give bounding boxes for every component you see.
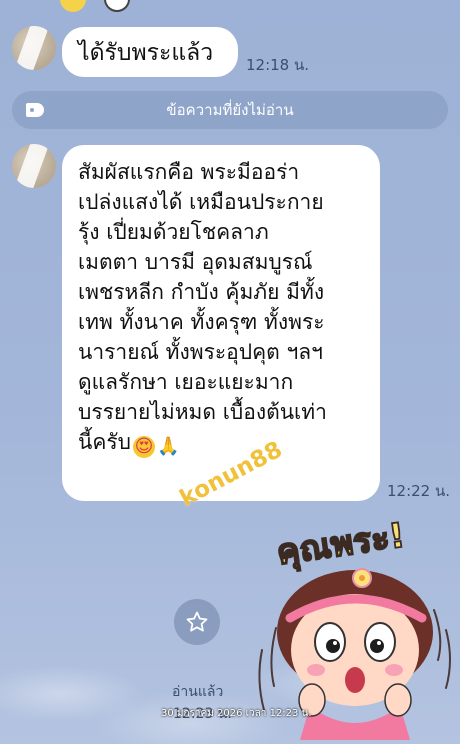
reaction-emoji-icon xyxy=(60,0,86,12)
sticker-caption: คุณพระ! xyxy=(274,516,407,575)
message-line: รุ้ง เปี่ยมด้วยโชคลาภ xyxy=(78,220,269,244)
message-line: นี้ครับ xyxy=(78,430,132,454)
message-line: บรรยายไม่หมด เบื้องต้นเท่า xyxy=(78,400,327,424)
unread-divider: ข้อความที่ยังไม่อ่าน xyxy=(12,91,448,129)
unread-divider-label: ข้อความที่ยังไม่อ่าน xyxy=(166,101,294,119)
message-time: 12:22 น. xyxy=(387,482,451,500)
reaction-emoji-icon xyxy=(104,0,130,12)
heart-eyes-emoji-icon: 😍 xyxy=(133,436,156,458)
avatar[interactable] xyxy=(12,26,56,70)
praying-hands-emoji-icon: 🙏 xyxy=(157,436,180,457)
message-line: ดูแลรักษา เยอะแยะมาก xyxy=(78,370,294,394)
read-receipt: อ่านแล้ว xyxy=(172,684,224,700)
date-stamp: 30 มกราคม 2026 เวลา 12:23 น. xyxy=(161,708,312,719)
message-bubble[interactable]: สัมผัสแรกคือ พระมีออร่า เปล่งแสงได้ เหมื… xyxy=(62,145,380,501)
star-icon xyxy=(186,611,208,632)
message-line: เมตตา บารมี อุดมสมบูรณ์ xyxy=(78,250,313,274)
favorite-star-button[interactable] xyxy=(174,599,220,645)
message-bubble[interactable]: ได้รับพระแล้ว xyxy=(62,27,238,77)
tag-icon xyxy=(26,103,44,117)
message-line: นารายณ์ ทั้งพระอุปคุต ฯลฯ xyxy=(78,340,323,364)
message-line: เทพ ทั้งนาค ทั้งครุฑ ทั้งพระ xyxy=(78,310,325,334)
message-time: 12:18 น. xyxy=(246,56,310,74)
message-line: เปล่งแสงได้ เหมือนประกาย xyxy=(78,190,324,214)
message-text: ได้รับพระแล้ว xyxy=(78,40,214,66)
avatar[interactable] xyxy=(12,144,56,188)
message-line: สัมผัสแรกคือ พระมีออร่า xyxy=(78,160,300,184)
message-line: เพชรหลีก กำบัง คุ้มภัย มีทั้ง xyxy=(78,280,325,304)
message-line-last: นี้ครับ 😍 🙏 xyxy=(78,427,364,458)
